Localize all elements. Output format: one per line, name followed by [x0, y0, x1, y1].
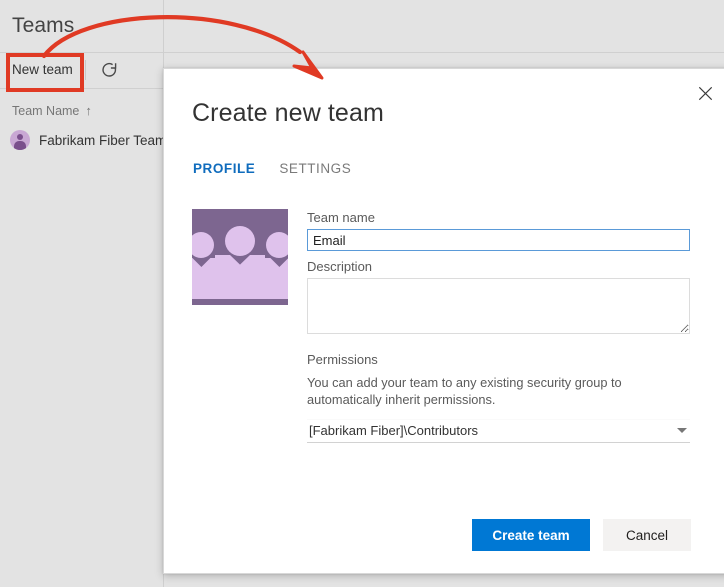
close-icon[interactable] [691, 79, 719, 107]
tab-settings[interactable]: SETTINGS [279, 161, 351, 176]
description-input[interactable] [307, 278, 690, 334]
dialog-footer: Create team Cancel [164, 519, 724, 551]
list-item[interactable]: Fabrikam Fiber Team [10, 130, 166, 150]
team-name-column-header[interactable]: Team Name ↑ [12, 103, 92, 118]
dialog-tabs: PROFILE SETTINGS [193, 161, 351, 176]
new-team-button[interactable]: New team [12, 61, 73, 79]
team-name-label: Team name [307, 210, 375, 225]
sort-ascending-arrow-icon: ↑ [85, 103, 92, 118]
cancel-button[interactable]: Cancel [603, 519, 691, 551]
page-title: Teams [12, 14, 74, 38]
team-people-image[interactable] [192, 209, 288, 305]
description-label: Description [307, 259, 372, 274]
chevron-down-icon [677, 428, 687, 433]
column-header-label: Team Name [12, 104, 79, 118]
list-item-label: Fabrikam Fiber Team [39, 133, 166, 148]
refresh-icon[interactable] [99, 60, 121, 82]
command-bar-separator [85, 60, 86, 80]
team-avatar-icon [10, 130, 30, 150]
permissions-label: Permissions [307, 352, 378, 367]
team-name-input[interactable] [307, 229, 690, 251]
create-new-team-dialog: Create new team PROFILE SETTINGS Team na… [163, 68, 724, 574]
tab-profile[interactable]: PROFILE [193, 161, 255, 176]
create-team-button[interactable]: Create team [472, 519, 590, 551]
permissions-help-text: You can add your team to any existing se… [307, 374, 687, 408]
permissions-selected-value: [Fabrikam Fiber]\Contributors [309, 423, 478, 438]
permissions-select[interactable]: [Fabrikam Fiber]\Contributors [307, 419, 690, 443]
dialog-title: Create new team [192, 99, 384, 128]
